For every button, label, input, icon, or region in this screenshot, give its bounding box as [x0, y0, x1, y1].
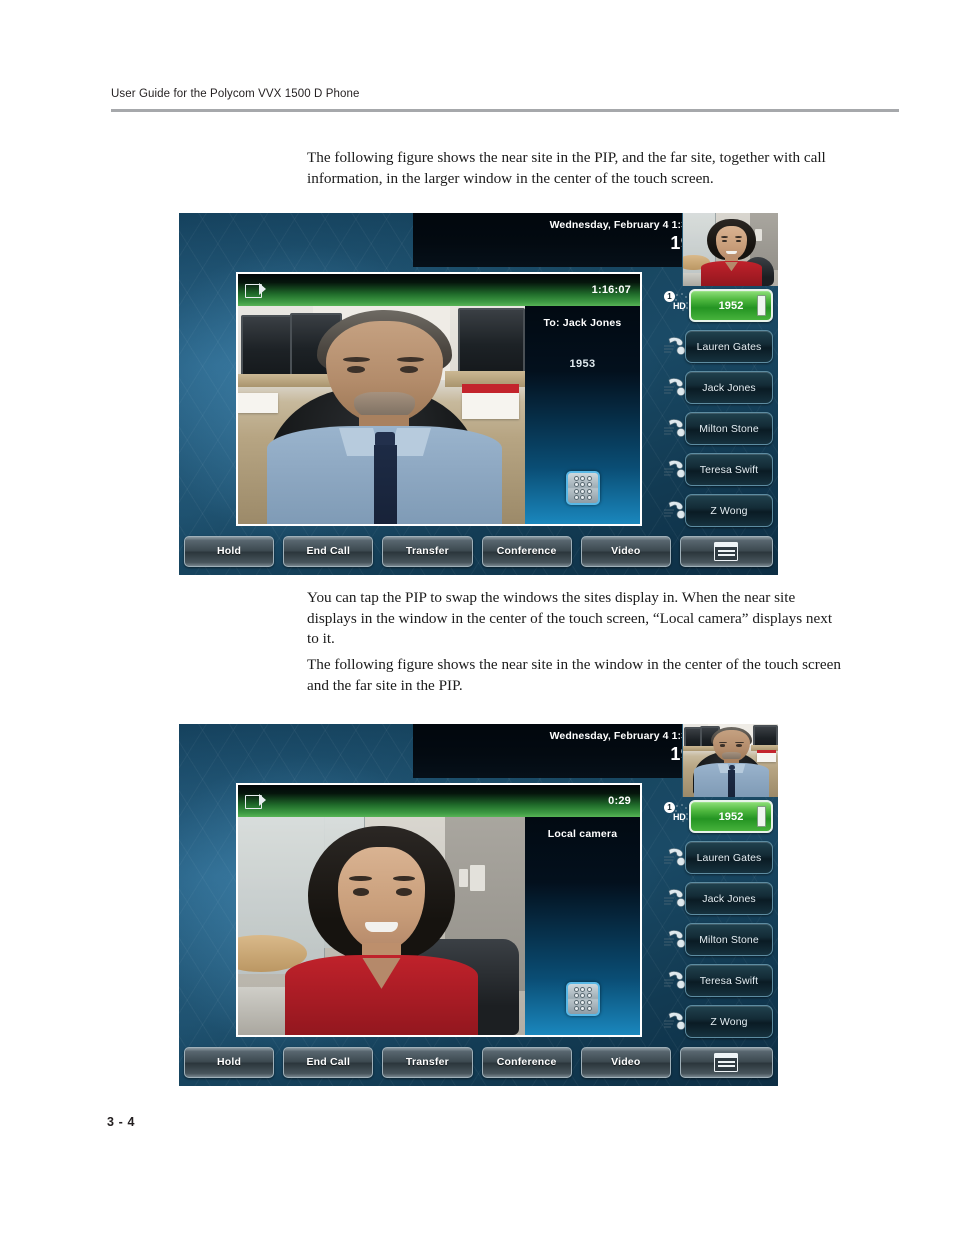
call-info-pane: To: Jack Jones 1953: [525, 306, 640, 524]
line-key-label: Lauren Gates: [696, 340, 762, 353]
soft-key-label: Transfer: [405, 545, 449, 557]
soft-key-end-call[interactable]: End Call: [283, 535, 374, 567]
main-video-man[interactable]: [238, 306, 525, 524]
line-key-label: Jack Jones: [702, 381, 756, 394]
line-key-label: Z Wong: [710, 1015, 748, 1028]
running-header-text: User Guide for the Polycom VVX 1500 D Ph…: [111, 88, 360, 100]
line-key-label: Z Wong: [710, 504, 748, 517]
line-key-milton-stone[interactable]: Milton Stone: [664, 923, 774, 956]
header-rule: [111, 109, 899, 112]
dialpad-icon[interactable]: [565, 471, 600, 505]
call-party-label: To: Jack Jones: [543, 317, 622, 329]
call-titlebar: 0:29: [238, 785, 640, 817]
call-titlebar: 1:16:07: [238, 274, 640, 306]
window-list-icon: [714, 541, 739, 561]
soft-key-bar: Hold End Call Transfer Conference Video: [179, 1045, 778, 1079]
paragraph-2: You can tap the PIP to swap the windows …: [307, 589, 833, 647]
soft-key-menu[interactable]: [679, 1046, 773, 1078]
soft-key-label: End Call: [306, 1056, 351, 1068]
pip-video-woman: [683, 213, 778, 286]
call-party-number: 1953: [569, 358, 596, 370]
dialpad-icon[interactable]: [565, 982, 600, 1016]
pip-video-man: [683, 724, 778, 797]
line-key-1952[interactable]: 1 HD 1952: [664, 289, 774, 322]
line-key-label: Jack Jones: [702, 892, 756, 905]
line-key-lauren-gates[interactable]: Lauren Gates: [664, 841, 774, 874]
soft-key-video[interactable]: Video: [580, 1046, 671, 1078]
page-number: 3 - 4: [107, 1115, 136, 1129]
line-key-label: Milton Stone: [699, 933, 759, 946]
soft-key-label: End Call: [306, 545, 351, 557]
soft-key-end-call[interactable]: End Call: [283, 1046, 374, 1078]
near-site-pip[interactable]: [682, 213, 778, 286]
line-key-label: 1952: [718, 299, 744, 312]
hd-voice-icon: 1 HD: [664, 291, 690, 321]
call-duration-timer: 1:16:07: [591, 284, 631, 296]
status-extension: 1952: [413, 744, 712, 765]
soft-key-transfer[interactable]: Transfer: [382, 535, 473, 567]
soft-key-label: Conference: [496, 1056, 557, 1068]
call-window[interactable]: 0:29 Local camera: [236, 783, 642, 1037]
call-body: Local camera: [238, 817, 640, 1035]
line-key-label: 1952: [718, 810, 744, 823]
soft-key-hold[interactable]: Hold: [184, 535, 275, 567]
soft-key-label: Hold: [217, 1056, 242, 1068]
line-key-milton-stone[interactable]: Milton Stone: [664, 412, 774, 445]
call-party-label: Local camera: [547, 828, 618, 840]
status-bar: Wednesday, February 4 1:30 PM 1952: [413, 724, 723, 778]
status-datetime: Wednesday, February 4 1:30 PM: [549, 730, 712, 742]
soft-key-label: Video: [611, 1056, 641, 1068]
line-key-teresa-swift[interactable]: Teresa Swift: [664, 964, 774, 997]
line-key-lauren-gates[interactable]: Lauren Gates: [664, 330, 774, 363]
video-camera-icon: [245, 283, 267, 298]
far-site-pip[interactable]: [682, 724, 778, 797]
soft-key-transfer[interactable]: Transfer: [382, 1046, 473, 1078]
status-bar: Wednesday, February 4 1:30 PM 1952: [413, 213, 723, 267]
line-key-z-wong[interactable]: Z Wong: [664, 494, 774, 527]
line-key-indicator: [757, 295, 766, 316]
line-key-label: Milton Stone: [699, 422, 759, 435]
line-key-jack-jones[interactable]: Jack Jones: [664, 371, 774, 404]
soft-key-hold[interactable]: Hold: [184, 1046, 275, 1078]
soft-key-label: Transfer: [405, 1056, 449, 1068]
soft-key-video[interactable]: Video: [580, 535, 671, 567]
paragraph-3: The following figure shows the near site…: [307, 656, 841, 694]
window-list-icon: [714, 1052, 739, 1072]
soft-key-label: Video: [611, 545, 641, 557]
line-key-1952[interactable]: 1 HD 1952: [664, 800, 774, 833]
paragraph-1: The following figure shows the near site…: [307, 149, 826, 187]
line-key-jack-jones[interactable]: Jack Jones: [664, 882, 774, 915]
line-key-indicator: [757, 806, 766, 827]
phone-screenshot-far-site-main: Wednesday, February 4 1:30 PM 1952: [179, 213, 778, 575]
phone-screenshot-near-site-main: Wednesday, February 4 1:30 PM 1952: [179, 724, 778, 1086]
soft-key-conference[interactable]: Conference: [481, 1046, 572, 1078]
line-key-label: Teresa Swift: [699, 463, 759, 476]
hd-label: HD: [673, 301, 686, 311]
page-header: User Guide for the Polycom VVX 1500 D Ph…: [111, 88, 899, 112]
status-extension: 1952: [413, 233, 712, 254]
status-datetime: Wednesday, February 4 1:30 PM: [549, 219, 712, 231]
soft-key-menu[interactable]: [679, 535, 773, 567]
soft-key-conference[interactable]: Conference: [481, 535, 572, 567]
soft-key-bar: Hold End Call Transfer Conference Video: [179, 534, 778, 568]
line-key-column: 1 HD 1952 Lauren Gates Jack Jones Milton…: [664, 289, 774, 535]
line-key-z-wong[interactable]: Z Wong: [664, 1005, 774, 1038]
main-video-woman[interactable]: [238, 817, 525, 1035]
call-window[interactable]: 1:16:07 To: Jack Jones 1953: [236, 272, 642, 526]
hd-voice-icon: 1 HD: [664, 802, 690, 832]
call-body: To: Jack Jones 1953: [238, 306, 640, 524]
soft-key-label: Conference: [496, 545, 557, 557]
line-key-label: Lauren Gates: [696, 851, 762, 864]
video-camera-icon: [245, 794, 267, 809]
line-key-teresa-swift[interactable]: Teresa Swift: [664, 453, 774, 486]
line-key-label: Teresa Swift: [699, 974, 759, 987]
call-info-pane: Local camera: [525, 817, 640, 1035]
line-key-column: 1 HD 1952 Lauren Gates Jack Jones Milton…: [664, 800, 774, 1046]
hd-label: HD: [673, 812, 686, 822]
call-duration-timer: 0:29: [608, 795, 631, 807]
soft-key-label: Hold: [217, 545, 242, 557]
